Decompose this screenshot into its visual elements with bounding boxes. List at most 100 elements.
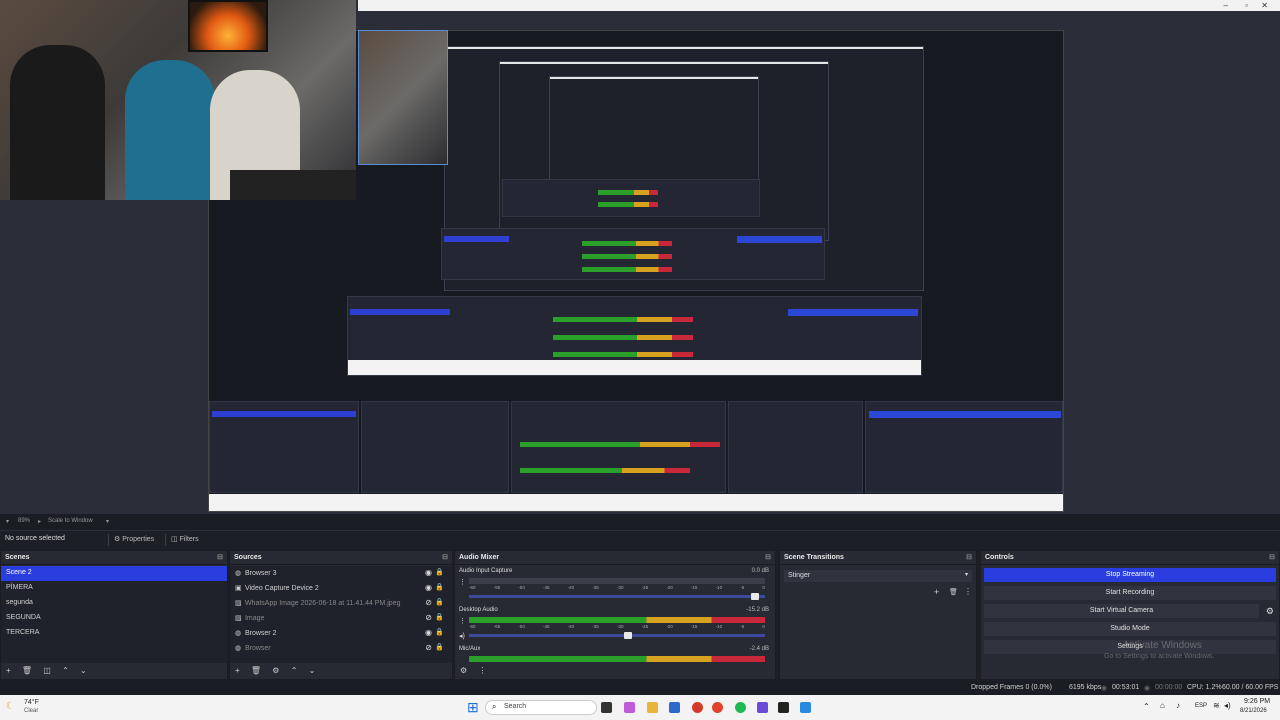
preview-area[interactable]: – ▫ ✕ xyxy=(0,0,1280,514)
zoom-level[interactable]: 89% xyxy=(18,518,30,524)
kebab-menu-icon[interactable]: ⋮ xyxy=(964,587,972,596)
weather-temp[interactable]: 74°F xyxy=(24,699,39,706)
calculator-icon[interactable] xyxy=(800,702,811,713)
source-item[interactable]: ◍ Browser 2 ◉ 🔒 xyxy=(230,626,452,641)
chevron-down-icon[interactable]: ⌄ xyxy=(80,666,87,675)
mic-icon[interactable]: ♪ xyxy=(1176,701,1180,710)
transition-select[interactable]: Stinger ▾ xyxy=(784,570,972,582)
scene-item[interactable]: Scene 2 xyxy=(1,566,227,581)
filters-button[interactable]: ◫ Filters xyxy=(165,534,204,546)
trash-icon[interactable]: 🗑 xyxy=(22,666,32,675)
meter-tick-label: 0 xyxy=(762,585,765,590)
kebab-menu-icon[interactable]: ⋮ xyxy=(459,578,466,586)
meter-tick-label: -10 xyxy=(715,624,723,629)
camera-icon: ▣ xyxy=(235,585,242,592)
trash-icon[interactable]: 🗑 xyxy=(251,666,261,675)
dock-menu-icon[interactable]: ⊟ xyxy=(765,553,771,561)
meter-tick-label: -15 xyxy=(690,585,698,590)
scale-dropdown-icon[interactable]: ▾ xyxy=(106,518,109,525)
kebab-menu-icon[interactable]: ⋮ xyxy=(478,666,486,675)
mail-icon[interactable] xyxy=(669,702,680,713)
stop-streaming-button[interactable]: Stop Streaming xyxy=(984,568,1276,582)
network-icon[interactable]: ⌂ xyxy=(1160,701,1165,710)
filter-icon[interactable]: ◫ xyxy=(43,666,51,675)
tray-chevron-icon[interactable]: ⌃ xyxy=(1143,702,1150,711)
close-icon: ✕ xyxy=(1261,1,1268,10)
speaker-icon[interactable]: ◂) xyxy=(459,632,465,640)
obs-icon[interactable] xyxy=(692,702,703,713)
lock-icon[interactable]: 🔒 xyxy=(435,583,444,591)
search-box[interactable] xyxy=(485,700,597,715)
lock-icon[interactable]: 🔒 xyxy=(435,568,444,576)
dock-menu-icon[interactable]: ⊟ xyxy=(1269,553,1275,561)
wifi-icon[interactable]: ≋ xyxy=(1213,701,1220,710)
dock-menu-icon[interactable]: ⊟ xyxy=(442,553,448,561)
studio-mode-button[interactable]: Studio Mode xyxy=(984,622,1276,636)
language-indicator[interactable]: ESP xyxy=(1195,703,1207,709)
nested-mixer-dock xyxy=(511,401,726,493)
clock-time[interactable]: 9:26 PM xyxy=(1244,698,1270,705)
capcut-icon[interactable] xyxy=(778,702,789,713)
chevron-down-icon[interactable]: ⌄ xyxy=(309,666,316,675)
volume-knob[interactable] xyxy=(623,632,632,639)
app-icon[interactable] xyxy=(757,702,768,713)
bitrate: 6195 kbps xyxy=(1069,684,1102,691)
spotify-icon[interactable] xyxy=(735,702,746,713)
weather-desc[interactable]: Clear xyxy=(24,708,38,714)
clock-date[interactable]: 8/21/2026 xyxy=(1240,708,1267,714)
lock-icon[interactable]: 🔒 xyxy=(435,643,444,651)
volume-slider[interactable] xyxy=(469,632,765,639)
file-explorer-icon[interactable] xyxy=(647,702,658,713)
dock-menu-icon[interactable]: ⊟ xyxy=(217,553,223,561)
source-item[interactable]: ◍ Browser 3 ◉ 🔒 xyxy=(230,566,452,581)
volume-slider[interactable] xyxy=(469,593,765,600)
scene-item[interactable]: SEGUNDA xyxy=(1,611,227,626)
source-item[interactable]: ▨ WhatsApp Image 2026-06-18 at 11.41.44 … xyxy=(230,596,452,611)
webcam-snapshot xyxy=(358,30,448,165)
gear-icon[interactable]: ⚙ xyxy=(1266,606,1274,617)
scene-item[interactable]: TERCERA xyxy=(1,626,227,641)
zoom-icon[interactable]: ▾ xyxy=(6,518,9,525)
source-item[interactable]: ▣ Video Capture Device 2 ◉ 🔒 xyxy=(230,581,452,596)
eye-hidden-icon[interactable]: ⊘ xyxy=(425,613,432,622)
scenes-list[interactable]: Scene 2 PÍMERA segunda SEGUNDA TERCERA xyxy=(1,566,227,663)
copilot-icon[interactable] xyxy=(624,702,635,713)
gear-icon[interactable]: ⚙ xyxy=(272,666,279,675)
scale-mode[interactable]: Scale to Window xyxy=(48,518,93,524)
eye-icon[interactable]: ◉ xyxy=(425,568,432,577)
dock-menu-icon[interactable]: ⊟ xyxy=(966,553,972,561)
lock-icon[interactable]: 🔒 xyxy=(435,613,444,621)
meter-tick-label: -30 xyxy=(616,624,624,629)
start-virtual-camera-button[interactable]: Start Virtual Camera xyxy=(984,604,1259,618)
eye-icon[interactable]: ◉ xyxy=(425,583,432,592)
chrome-icon[interactable] xyxy=(712,702,723,713)
add-icon[interactable]: + xyxy=(235,666,240,675)
add-icon[interactable]: + xyxy=(934,587,939,597)
source-item[interactable]: ◍ Browser ⊘ 🔒 xyxy=(230,641,452,656)
track-name: Audio Input Capture xyxy=(459,568,513,574)
no-source-label: No source selected xyxy=(5,535,65,542)
task-view-icon[interactable] xyxy=(601,702,612,713)
eye-hidden-icon[interactable]: ⊘ xyxy=(425,598,432,607)
trash-icon[interactable]: 🗑 xyxy=(949,588,958,596)
eye-hidden-icon[interactable]: ⊘ xyxy=(425,643,432,652)
eye-icon[interactable]: ◉ xyxy=(425,628,432,637)
lock-icon[interactable]: 🔒 xyxy=(435,628,444,636)
windows-start-icon[interactable]: ⊞ xyxy=(467,699,479,716)
lock-icon[interactable]: 🔒 xyxy=(435,598,444,606)
mixer-track: Desktop Audio -15.2 dB ⋮ -60 -55 -50 -45 -40… xyxy=(459,607,769,645)
volume-icon[interactable]: ◂) xyxy=(1224,701,1231,710)
kebab-menu-icon[interactable]: ⋮ xyxy=(459,617,466,625)
gear-icon[interactable]: ⚙ xyxy=(460,666,467,675)
chevron-up-icon[interactable]: ⌃ xyxy=(62,666,69,675)
scale-separator-icon: ▸ xyxy=(38,519,42,525)
chevron-up-icon[interactable]: ⌃ xyxy=(291,666,298,675)
properties-button[interactable]: ⚙ Properties xyxy=(108,534,159,546)
scene-item[interactable]: segunda xyxy=(1,596,227,611)
volume-knob[interactable] xyxy=(751,593,760,600)
source-item[interactable]: ▨ Image ⊘ 🔒 xyxy=(230,611,452,626)
add-icon[interactable]: + xyxy=(6,666,11,675)
scene-item[interactable]: PÍMERA xyxy=(1,581,227,596)
start-recording-button[interactable]: Start Recording xyxy=(984,586,1276,600)
sources-list[interactable]: ◍ Browser 3 ◉ 🔒 ▣ Video Capture Device 2 … xyxy=(230,566,452,663)
